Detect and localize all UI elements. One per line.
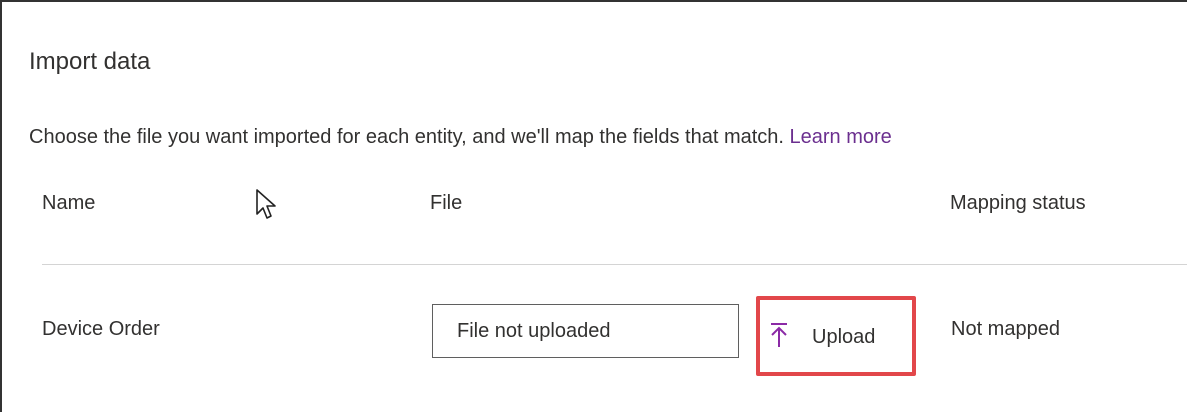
upload-button[interactable]: Upload (760, 300, 912, 372)
mouse-pointer-icon (256, 189, 276, 219)
column-header-mapping-status: Mapping status (950, 192, 1086, 214)
import-data-panel: Import data Choose the file you want imp… (0, 0, 1187, 412)
column-header-name: Name (42, 192, 96, 214)
learn-more-link[interactable]: Learn more (790, 126, 892, 148)
import-description: Choose the file you want imported for ea… (29, 126, 892, 149)
mapping-status-value: Not mapped (951, 318, 1060, 340)
page-title: Import data (29, 48, 151, 75)
column-header-file: File (430, 192, 463, 214)
upload-arrow-icon (771, 323, 787, 347)
upload-label: Upload (812, 326, 876, 348)
header-divider (42, 264, 1187, 265)
description-text: Choose the file you want imported for ea… (29, 126, 784, 148)
file-field[interactable] (432, 304, 739, 358)
entity-name: Device Order (42, 318, 160, 340)
